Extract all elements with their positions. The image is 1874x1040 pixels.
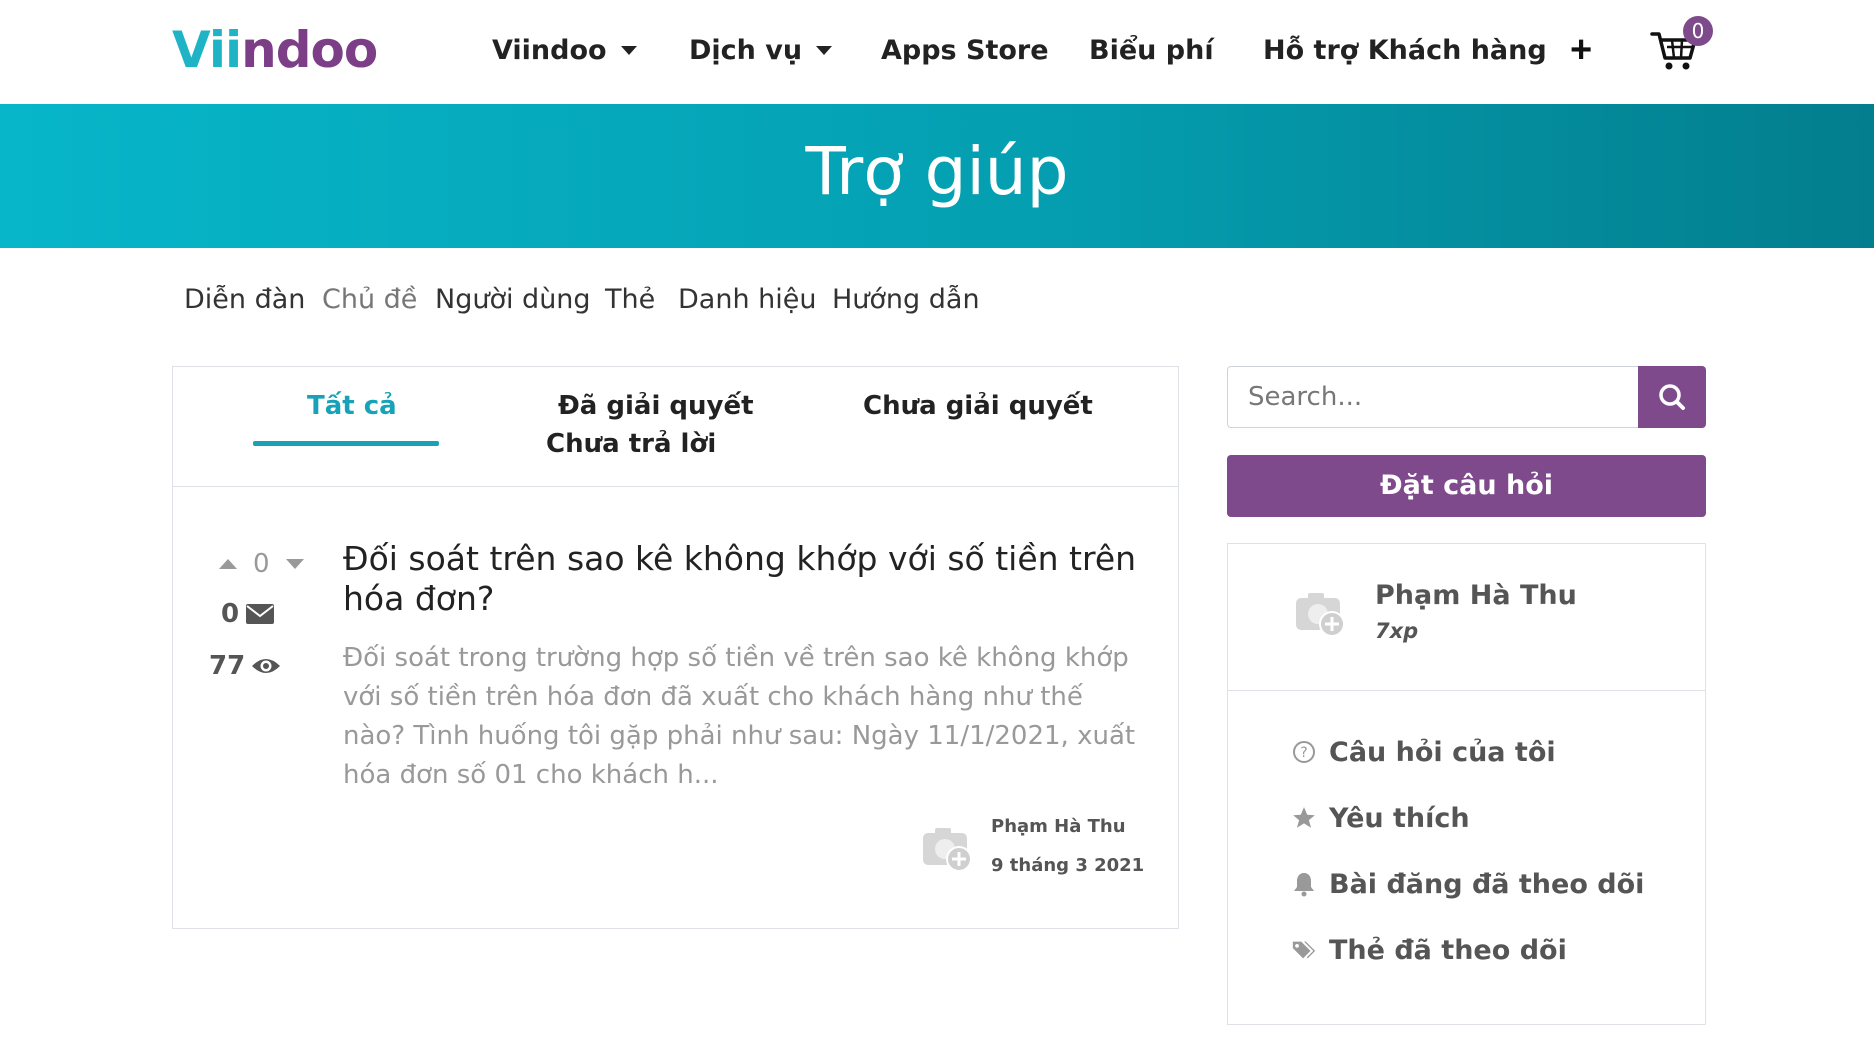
nav-label: Biểu phí: [1089, 34, 1214, 66]
author-name[interactable]: Phạm Hà Thu: [991, 816, 1126, 837]
answer-count-value: 0: [221, 599, 240, 629]
upvote-icon[interactable]: [219, 559, 237, 569]
nav-viindoo-dropdown[interactable]: Viindoo: [492, 28, 637, 72]
nav-label: Apps Store: [881, 34, 1049, 66]
questions-card: Tất cả Đã giải quyết Chưa giải quyết Chư…: [172, 366, 1179, 929]
nav-label: Hỗ trợ Khách hàng: [1263, 34, 1547, 66]
menu-label: Yêu thích: [1329, 802, 1470, 834]
camera-placeholder-icon: [1296, 593, 1345, 637]
tab-solved[interactable]: Đã giải quyết: [558, 387, 754, 425]
menu-label: Câu hỏi của tôi: [1329, 736, 1556, 768]
user-avatar[interactable]: [1294, 588, 1350, 640]
downvote-icon[interactable]: [285, 559, 304, 569]
bell-icon: [1291, 871, 1317, 897]
star-icon: [1291, 805, 1317, 831]
view-count: 77: [209, 649, 281, 683]
nav-pricing[interactable]: Biểu phí: [1089, 28, 1214, 72]
search-input[interactable]: [1227, 366, 1638, 428]
tab-all[interactable]: Tất cả: [307, 387, 397, 425]
subnav-tags[interactable]: Thẻ: [605, 280, 655, 320]
subnav-guide[interactable]: Hướng dẫn: [832, 280, 980, 320]
envelope-icon: [246, 604, 275, 624]
vote-count: 0: [253, 549, 270, 579]
nav-label: Dịch vụ: [689, 34, 803, 66]
plus-icon[interactable]: +: [1570, 30, 1592, 70]
viindoo-logo[interactable]: Viindoo: [172, 22, 378, 78]
post-date: 9 tháng 3 2021: [991, 855, 1145, 876]
question-excerpt: Đối soát trong trường hợp số tiền về trê…: [343, 643, 1136, 790]
search-icon: [1659, 384, 1685, 410]
question-circle-icon: ?: [1291, 739, 1317, 765]
menu-my-questions[interactable]: ? Câu hỏi của tôi: [1291, 732, 1556, 772]
menu-favorites[interactable]: Yêu thích: [1291, 798, 1470, 838]
divider: [1228, 690, 1705, 691]
nav-label: Viindoo: [492, 34, 607, 66]
tab-unanswered[interactable]: Chưa trả lời: [546, 425, 716, 463]
top-navbar: Viindoo Viindoo Dịch vụ Apps Store Biểu …: [0, 0, 1874, 104]
nav-customer-support[interactable]: Hỗ trợ Khách hàng: [1263, 28, 1547, 72]
subnav-badges[interactable]: Danh hiệu: [678, 280, 816, 320]
camera-placeholder-icon: [923, 828, 972, 872]
view-count-value: 77: [209, 651, 246, 681]
menu-followed-tags[interactable]: Thẻ đã theo dõi: [1291, 930, 1567, 970]
answer-count: 0: [221, 597, 275, 631]
user-name[interactable]: Phạm Hà Thu: [1375, 580, 1577, 611]
author-avatar[interactable]: [921, 823, 977, 875]
page-title: Trợ giúp: [805, 133, 1069, 210]
caret-down-icon: [816, 45, 833, 55]
caret-down-icon: [620, 45, 637, 55]
svg-text:?: ?: [1300, 745, 1307, 761]
active-tab-indicator: [253, 441, 439, 446]
nav-apps-store[interactable]: Apps Store: [881, 28, 1049, 72]
filter-tabs: Tất cả Đã giải quyết Chưa giải quyết Chư…: [173, 367, 1178, 487]
search-button[interactable]: [1638, 366, 1706, 428]
cart-count-badge: 0: [1683, 16, 1713, 46]
subnav-users[interactable]: Người dùng: [435, 280, 591, 320]
ask-question-button[interactable]: Đặt câu hỏi: [1227, 455, 1706, 517]
menu-label: Thẻ đã theo dõi: [1329, 934, 1567, 966]
question-title[interactable]: Đối soát trên sao kê không khớp với số t…: [343, 539, 1163, 619]
user-profile-card: Phạm Hà Thu 7xp ? Câu hỏi của tôi Yêu th…: [1227, 543, 1706, 1025]
nav-services-dropdown[interactable]: Dịch vụ: [689, 28, 833, 72]
menu-label: Bài đăng đã theo dõi: [1329, 868, 1645, 900]
tags-icon: [1291, 937, 1317, 963]
user-xp: 7xp: [1375, 619, 1419, 643]
subnav-forum[interactable]: Diễn đàn: [184, 280, 305, 320]
menu-followed-posts[interactable]: Bài đăng đã theo dõi: [1291, 864, 1644, 904]
page-banner: Trợ giúp: [0, 104, 1874, 248]
eye-icon: [252, 659, 281, 673]
tab-unsolved[interactable]: Chưa giải quyết: [863, 387, 1093, 425]
subnav-topics[interactable]: Chủ đề: [322, 280, 417, 320]
vote-control: 0: [219, 547, 304, 581]
